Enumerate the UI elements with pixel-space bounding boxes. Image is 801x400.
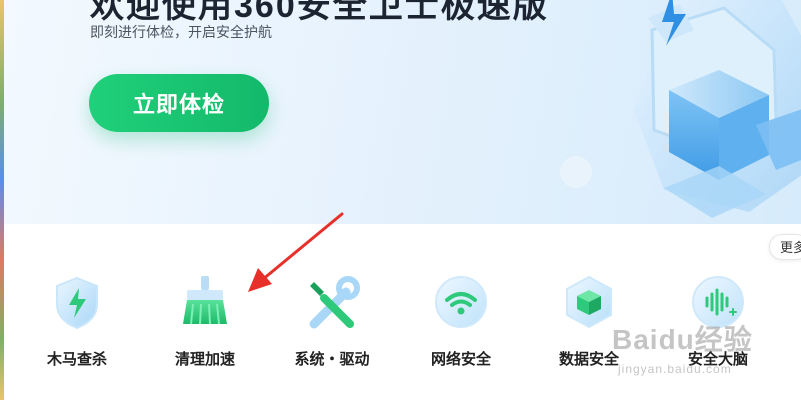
more-tools-button[interactable]: 更多 (769, 234, 801, 260)
tool-label: 网络安全 (430, 351, 491, 368)
tool-label: 清理加速 (174, 351, 235, 368)
tool-cleanup[interactable]: 清理加速 (150, 274, 260, 369)
wifi-shield-icon (435, 276, 487, 328)
tool-label: 系统・驱动 (294, 351, 370, 368)
broom-cleanup-icon (183, 276, 227, 325)
tool-label: 木马查杀 (46, 351, 107, 368)
tool-network-security[interactable]: 网络安全 (406, 274, 516, 369)
hero-banner: 欢迎使用360安全卫士极速版 即刻进行体检，开启安全护航 立即体检 (4, 0, 801, 224)
watermark-logo: Baidu经验 (612, 324, 753, 355)
baidu-jingyan-watermark: Baidu经验 jingyan.baidu.com (612, 318, 753, 376)
tool-system-driver[interactable]: 系统・驱动 (277, 274, 387, 369)
data-cube-icon (566, 275, 612, 329)
hero-subtitle: 即刻进行体检，开启安全护航 (90, 24, 272, 40)
start-checkup-button[interactable]: 立即体检 (89, 74, 269, 132)
trojan-scan-icon (56, 276, 98, 330)
tools-wrench-icon (309, 276, 360, 329)
watermark-url: jingyan.baidu.com (618, 362, 732, 376)
tool-trojan-scan[interactable]: 木马查杀 (22, 274, 132, 369)
shield-cube-illustration (560, 0, 801, 218)
